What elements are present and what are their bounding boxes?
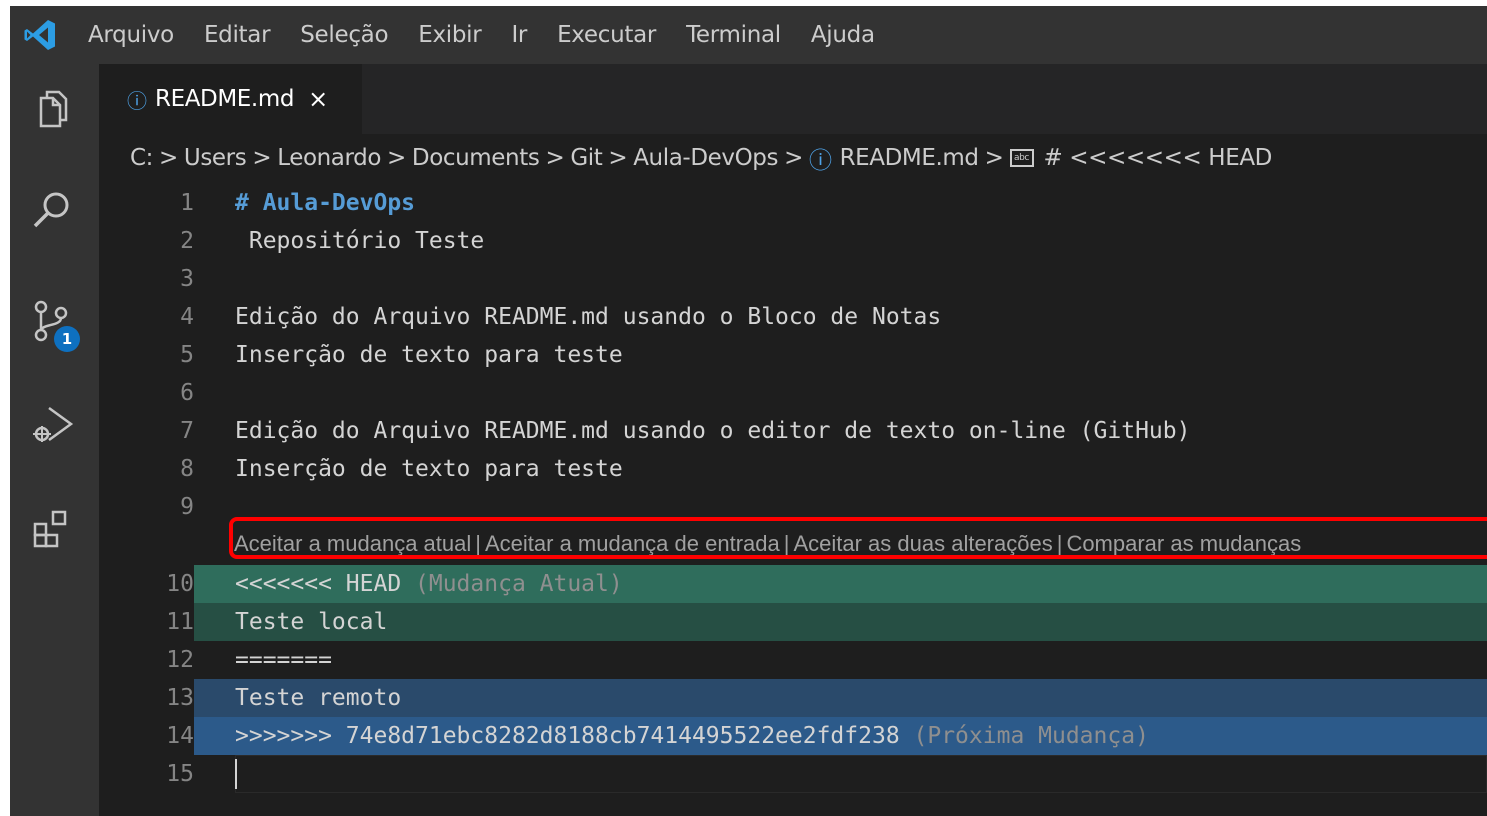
menu-editar[interactable]: Editar	[204, 22, 271, 48]
line-content: Edição do Arquivo README.md usando o Blo…	[235, 304, 942, 330]
vscode-logo-icon[interactable]	[22, 17, 58, 53]
breadcrumb-item-users[interactable]: Users	[184, 145, 247, 171]
search-icon[interactable]	[27, 186, 77, 236]
breadcrumb-item-symbol[interactable]: # <<<<<<< HEAD	[1044, 145, 1273, 171]
line-content: =======	[235, 647, 332, 673]
line-number: 15	[166, 761, 194, 787]
text-cursor	[235, 759, 237, 789]
menu-bar: Arquivo Editar Seleção Exibir Ir Executa…	[10, 6, 1487, 64]
conflict-marker: >>>>>>> 74e8d71ebc8282d8188cb7414495522e…	[235, 723, 900, 749]
editor-line: 7 Edição do Arquivo README.md usando o e…	[99, 412, 1487, 450]
editor-line: 8 Inserção de texto para teste	[99, 450, 1487, 488]
editor-line: 2 Repositório Teste	[99, 222, 1487, 260]
line-number: 12	[166, 647, 194, 673]
symbol-string-icon: abc	[1009, 149, 1034, 167]
breadcrumb-separator: >	[545, 145, 565, 171]
line-number: 8	[180, 456, 194, 482]
tab-bar: ⓘ README.md ×	[99, 64, 1487, 134]
editor-line: 3	[99, 260, 1487, 298]
breadcrumb-separator: >	[252, 145, 272, 171]
info-icon: ⓘ	[127, 88, 147, 113]
line-content: >>>>>>> 74e8d71ebc8282d8188cb7414495522e…	[235, 717, 1487, 755]
line-number: 5	[180, 342, 194, 368]
menu-ir[interactable]: Ir	[511, 22, 527, 48]
line-number: 3	[180, 266, 194, 292]
conflict-label: (Mudança Atual)	[401, 571, 623, 597]
close-icon[interactable]: ×	[308, 85, 328, 113]
tab-readme[interactable]: ⓘ README.md ×	[99, 64, 362, 134]
editor-line: 6	[99, 374, 1487, 412]
editor-line-current: 15	[99, 755, 1487, 793]
editor-line: 1 # Aula-DevOps	[99, 184, 1487, 222]
current-line-highlight	[235, 755, 1487, 793]
breadcrumb-separator: >	[608, 145, 628, 171]
line-content: <<<<<<< HEAD (Mudança Atual)	[235, 565, 1487, 603]
line-number: 2	[180, 228, 194, 254]
breadcrumb-separator: >	[784, 145, 803, 171]
conflict-marker: <<<<<<< HEAD	[235, 571, 402, 597]
line-number: 1	[180, 190, 194, 216]
line-content: Teste local	[235, 609, 388, 635]
breadcrumb: C: > Users > Leonardo > Documents > Git …	[130, 140, 1272, 176]
source-control-badge: 1	[54, 326, 80, 352]
line-content: Repositório Teste	[235, 228, 485, 254]
line-number: 4	[180, 304, 194, 330]
conflict-separator-line: 12 =======	[99, 641, 1487, 679]
conflict-current-header: 10 <<<<<<< HEAD (Mudança Atual)	[99, 565, 1487, 603]
conflict-incoming-line: 13 Teste remoto	[99, 679, 1487, 717]
line-content: Inserção de texto para teste	[235, 456, 623, 482]
extensions-icon[interactable]	[27, 504, 77, 554]
menu-selecao[interactable]: Seleção	[300, 22, 388, 48]
run-debug-icon[interactable]	[27, 400, 77, 450]
tab-label: README.md	[155, 86, 295, 112]
conflict-incoming-header: 14 >>>>>>> 74e8d71ebc8282d8188cb74144955…	[99, 717, 1487, 755]
breadcrumb-item-readme[interactable]: README.md	[840, 145, 979, 171]
editor-line: 4 Edição do Arquivo README.md usando o B…	[99, 298, 1487, 336]
menu-ajuda[interactable]: Ajuda	[811, 22, 875, 48]
conflict-label: (Próxima Mudança)	[899, 723, 1149, 749]
editor-line: 5 Inserção de texto para teste	[99, 336, 1487, 374]
explorer-icon[interactable]	[27, 86, 77, 136]
breadcrumb-separator: >	[387, 145, 406, 171]
line-number: 6	[180, 380, 194, 406]
line-number: 13	[99, 679, 194, 717]
conflict-current-line: 11 Teste local	[99, 603, 1487, 641]
breadcrumb-separator: >	[159, 145, 178, 171]
annotation-highlight-box	[229, 517, 1487, 559]
vscode-window: Arquivo Editar Seleção Exibir Ir Executa…	[10, 6, 1487, 816]
breadcrumb-item-documents[interactable]: Documents	[412, 145, 540, 171]
line-number: 9	[180, 494, 194, 520]
breadcrumb-item-git[interactable]: Git	[570, 145, 602, 171]
code-editor[interactable]: 1 # Aula-DevOps 2 Repositório Teste 3 4 …	[99, 178, 1487, 816]
line-content: Teste remoto	[235, 685, 402, 711]
breadcrumb-item-drive[interactable]: C:	[130, 145, 153, 171]
menu-executar[interactable]: Executar	[557, 22, 656, 48]
activity-bar: 1	[10, 64, 99, 816]
line-number: 10	[99, 565, 194, 603]
line-content: Edição do Arquivo README.md usando o edi…	[235, 418, 1191, 444]
breadcrumb-item-aula-devops[interactable]: Aula-DevOps	[633, 145, 778, 171]
line-content: # Aula-DevOps	[235, 190, 416, 216]
info-icon: ⓘ	[808, 148, 832, 174]
menu-arquivo[interactable]: Arquivo	[88, 22, 174, 48]
line-number: 7	[180, 418, 194, 444]
line-number: 11	[99, 603, 194, 641]
breadcrumb-separator: >	[984, 145, 1004, 171]
menu-exibir[interactable]: Exibir	[418, 22, 481, 48]
breadcrumb-item-leonardo[interactable]: Leonardo	[277, 145, 381, 171]
line-number: 14	[99, 717, 194, 755]
menu-terminal[interactable]: Terminal	[686, 22, 781, 48]
line-content: Inserção de texto para teste	[235, 342, 623, 368]
